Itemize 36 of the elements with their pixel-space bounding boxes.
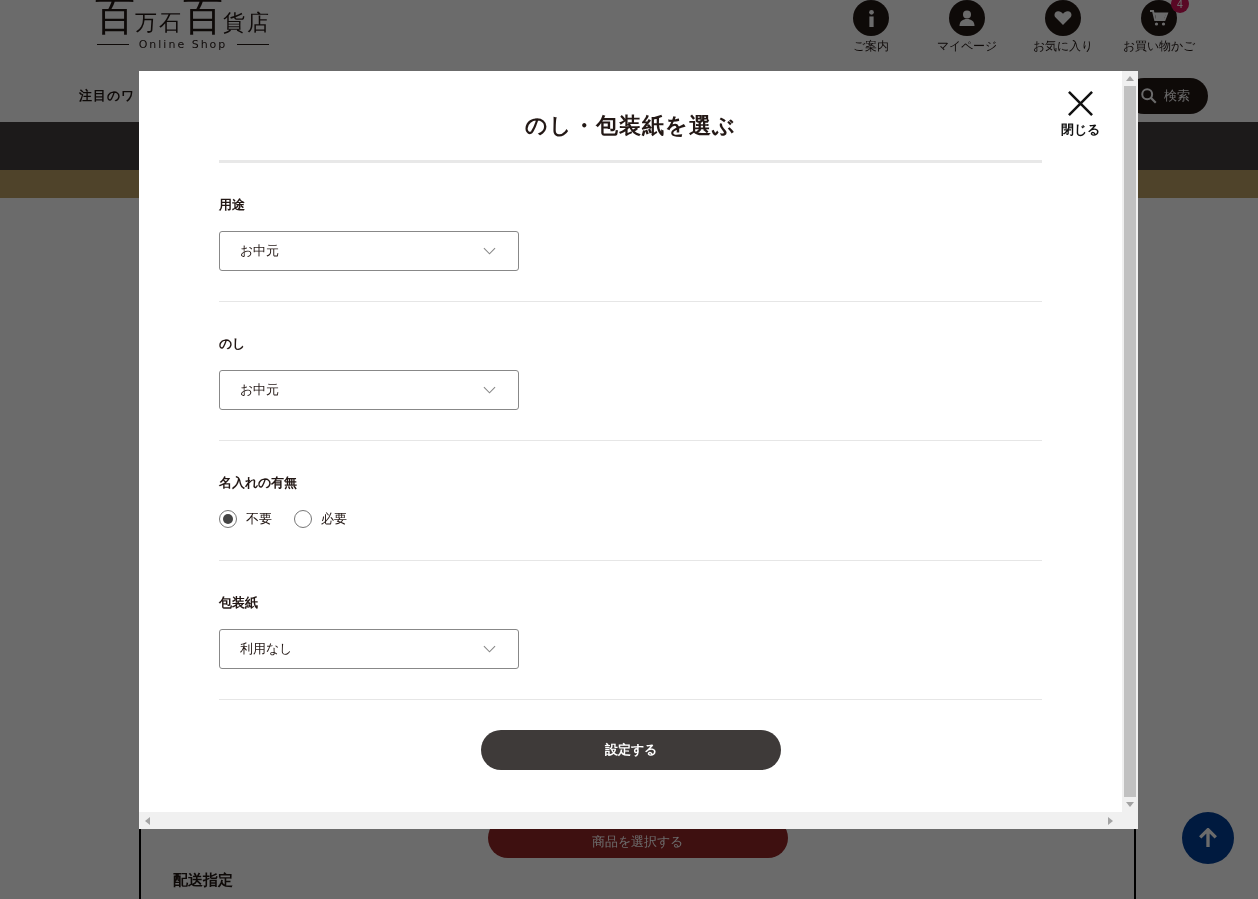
horizontal-scrollbar[interactable] <box>139 812 1138 829</box>
info-icon <box>868 9 874 27</box>
nav-link[interactable]: マイページ <box>926 0 1008 55</box>
nav-link[interactable]: お気に入り <box>1022 0 1104 55</box>
section-heading: 配送指定 <box>173 871 233 890</box>
keyword-label: 注目のワ <box>79 87 135 105</box>
cart-icon <box>1149 8 1169 28</box>
cart-count-badge: 4 <box>1171 0 1189 13</box>
dropdown[interactable]: 利用なし <box>219 629 519 669</box>
scroll-to-top-button[interactable] <box>1182 812 1234 864</box>
radio-option[interactable]: 不要 <box>219 510 272 528</box>
person-icon <box>957 8 977 28</box>
radio-option[interactable]: 必要 <box>294 510 347 528</box>
scroll-left-arrow-icon <box>145 816 150 825</box>
field-label: 用途 <box>219 196 246 214</box>
arrow-up-icon <box>1199 828 1217 848</box>
vertical-scrollbar[interactable] <box>1122 71 1138 812</box>
modal-title: のし・包装紙を選ぶ <box>219 111 1042 163</box>
close-icon <box>1067 90 1094 117</box>
scroll-right-arrow-icon <box>1108 816 1113 825</box>
nav-link[interactable]: 4 お買い物かご <box>1118 0 1200 55</box>
shop-logo[interactable]: 百万石百貨店 Online Shop <box>93 0 273 51</box>
chevron-down-icon <box>483 247 496 255</box>
field-label: のし <box>219 335 246 353</box>
nav-link[interactable]: ご案内 <box>830 0 912 55</box>
dropdown[interactable]: お中元 <box>219 370 519 410</box>
scroll-down-arrow-icon <box>1126 802 1134 807</box>
scroll-up-arrow-icon <box>1126 76 1134 81</box>
field-label: 名入れの有無 <box>219 474 298 492</box>
dropdown[interactable]: お中元 <box>219 231 519 271</box>
chevron-down-icon <box>483 386 496 394</box>
search-icon <box>1140 87 1158 105</box>
chevron-down-icon <box>483 645 496 653</box>
submit-button[interactable]: 設定する <box>480 730 781 770</box>
close-button[interactable]: 閉じる <box>1061 90 1100 139</box>
field-label: 包装紙 <box>219 594 259 612</box>
